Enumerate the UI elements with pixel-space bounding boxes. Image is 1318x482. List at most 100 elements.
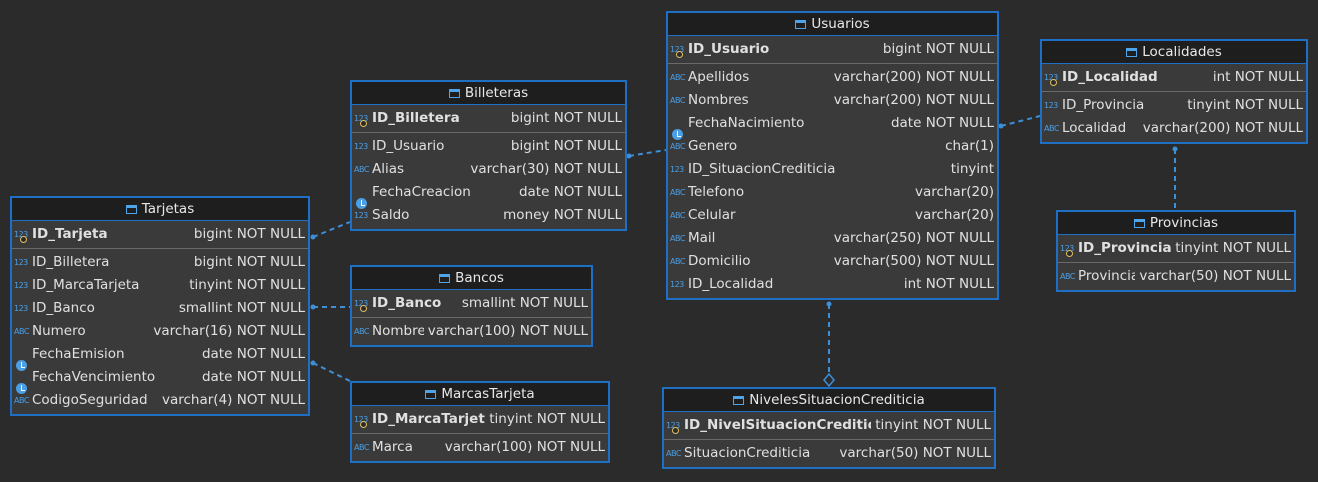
column-name: SituacionCrediticia bbox=[684, 445, 811, 461]
column-row[interactable]: 123 ID_MarcaTarjeta tinyint NOT NULL bbox=[12, 274, 308, 297]
entity-usuarios[interactable]: Usuarios 123 ID_Usuario bigint NOT NULL AB… bbox=[666, 11, 999, 300]
column-row[interactable]: ABC Provincia varchar(50) NOT NULL bbox=[1058, 265, 1294, 288]
column-name: ID_SituacionCrediticia bbox=[688, 161, 836, 177]
column-row[interactable]: FechaVencimiento date NOT NULL bbox=[12, 366, 308, 394]
column-type: bigint NOT NULL bbox=[193, 254, 305, 270]
column-row[interactable]: ABC Celular varchar(20) bbox=[668, 204, 997, 227]
columns-section: ABC Nombre varchar(100) NOT NULL bbox=[352, 318, 591, 345]
entity-niveles-situacion-crediticia[interactable]: NivelesSituacionCrediticia 123 ID_NivelSi… bbox=[662, 387, 996, 469]
column-row[interactable]: 123 ID_Tarjeta bigint NOT NULL bbox=[12, 223, 308, 246]
column-name: Telefono bbox=[688, 184, 745, 200]
entity-title: Tarjetas bbox=[141, 201, 195, 217]
columns-section: ABC SituacionCrediticia varchar(50) NOT NU… bbox=[664, 440, 994, 467]
column-row[interactable]: 123 Saldo money NOT NULL bbox=[352, 204, 625, 227]
column-row[interactable]: 123 ID_Provincia tinyint NOT NULL bbox=[1042, 94, 1306, 117]
columns-section: 123 ID_Billetera bigint NOT NULL 123 ID_Marc… bbox=[12, 249, 308, 414]
link-endpoint bbox=[310, 360, 316, 366]
entity-localidades[interactable]: Localidades 123 ID_Localidad int NOT NULL … bbox=[1040, 39, 1308, 144]
numeric-type-icon: 123 bbox=[1044, 101, 1058, 110]
column-type: date NOT NULL bbox=[201, 346, 305, 362]
entity-header[interactable]: NivelesSituacionCrediticia bbox=[664, 389, 994, 412]
entity-header[interactable]: Localidades bbox=[1042, 41, 1306, 64]
column-row[interactable]: 123 ID_Usuario bigint NOT NULL bbox=[668, 38, 997, 61]
column-row[interactable]: ABC Telefono varchar(20) bbox=[668, 181, 997, 204]
entity-bancos[interactable]: Bancos 123 ID_Banco smallint NOT NULL ABC N… bbox=[350, 265, 593, 347]
entity-header[interactable]: Tarjetas bbox=[12, 198, 308, 221]
numeric-type-icon: 123 bbox=[354, 142, 368, 151]
column-row[interactable]: 123 ID_Localidad int NOT NULL bbox=[1042, 66, 1306, 89]
entity-header[interactable]: MarcasTarjeta bbox=[352, 383, 608, 406]
primary-key-section: 123 ID_Provincia tinyint NOT NULL bbox=[1058, 235, 1294, 263]
column-row[interactable]: 123 ID_Localidad int NOT NULL bbox=[668, 273, 997, 296]
primary-key-section: 123 ID_Tarjeta bigint NOT NULL bbox=[12, 221, 308, 249]
column-row[interactable]: 123 ID_SituacionCrediticia tinyint bbox=[668, 158, 997, 181]
entity-title: MarcasTarjeta bbox=[441, 386, 535, 402]
column-row[interactable]: ABC Alias varchar(30) NOT NULL bbox=[352, 158, 625, 181]
column-row[interactable]: ABC Numero varchar(16) NOT NULL bbox=[12, 320, 308, 343]
column-name: ID_Banco bbox=[32, 300, 95, 316]
column-name: ID_Localidad bbox=[688, 276, 774, 292]
column-row[interactable]: ABC CodigoSeguridad varchar(4) NOT NULL bbox=[12, 389, 308, 412]
entity-marcas-tarjeta[interactable]: MarcasTarjeta 123 ID_MarcaTarjeta tinyint … bbox=[350, 381, 610, 463]
entity-header[interactable]: Provincias bbox=[1058, 212, 1294, 235]
text-type-icon: ABC bbox=[670, 96, 685, 105]
link-endpoint bbox=[310, 304, 316, 310]
text-type-icon: ABC bbox=[14, 396, 29, 405]
entity-title: Usuarios bbox=[811, 16, 870, 32]
column-row[interactable]: 123 ID_Provincia tinyint NOT NULL bbox=[1058, 237, 1294, 260]
table-icon bbox=[1126, 48, 1138, 57]
entity-provincias[interactable]: Provincias 123 ID_Provincia tinyint NOT NU… bbox=[1056, 210, 1296, 292]
primary-key-icon: 123 bbox=[354, 292, 372, 315]
numeric-type-icon: 123 bbox=[14, 281, 28, 290]
entity-header[interactable]: Usuarios bbox=[668, 13, 997, 36]
column-name: ID_Usuario bbox=[372, 138, 445, 154]
table-icon bbox=[125, 205, 137, 214]
entity-header[interactable]: Billeteras bbox=[352, 82, 625, 105]
column-row[interactable]: ABC Nombre varchar(100) NOT NULL bbox=[352, 320, 591, 343]
primary-key-icon: 123 bbox=[14, 223, 32, 246]
column-name: ID_Billetera bbox=[372, 110, 460, 126]
column-row[interactable]: 123 ID_Banco smallint NOT NULL bbox=[352, 292, 591, 315]
column-name: ID_Provincia bbox=[1062, 97, 1145, 113]
column-row[interactable]: ABC Mail varchar(250) NOT NULL bbox=[668, 227, 997, 250]
column-row[interactable]: 123 ID_Usuario bigint NOT NULL bbox=[352, 135, 625, 158]
column-row[interactable]: ABC Nombres varchar(200) NOT NULL bbox=[668, 89, 997, 112]
column-type: int NOT NULL bbox=[1212, 69, 1303, 85]
column-type: bigint NOT NULL bbox=[882, 41, 994, 57]
table-icon bbox=[439, 274, 451, 283]
column-type: tinyint NOT NULL bbox=[489, 411, 605, 427]
entity-header[interactable]: Bancos bbox=[352, 267, 591, 290]
primary-key-section: 123 ID_Banco smallint NOT NULL bbox=[352, 290, 591, 318]
column-type: int NOT NULL bbox=[903, 276, 994, 292]
column-name: Provincia bbox=[1078, 268, 1136, 284]
column-name: Numero bbox=[32, 323, 86, 339]
column-row[interactable]: FechaNacimiento date NOT NULL bbox=[668, 112, 997, 140]
numeric-type-icon: 123 bbox=[14, 304, 28, 313]
column-row[interactable]: FechaCreacion date NOT NULL bbox=[352, 181, 625, 209]
column-row[interactable]: ABC Localidad varchar(200) NOT NULL bbox=[1042, 117, 1306, 140]
column-type: varchar(500) NOT NULL bbox=[833, 253, 994, 269]
column-row[interactable]: 123 ID_Banco smallint NOT NULL bbox=[12, 297, 308, 320]
text-type-icon: ABC bbox=[670, 211, 685, 220]
column-row[interactable]: ABC Genero char(1) bbox=[668, 135, 997, 158]
column-row[interactable]: 123 ID_NivelSituacionCrediticia tinyint NO… bbox=[664, 414, 994, 437]
column-type: date NOT NULL bbox=[518, 184, 622, 200]
column-type: varchar(30) NOT NULL bbox=[470, 161, 622, 177]
column-row[interactable]: ABC Apellidos varchar(200) NOT NULL bbox=[668, 66, 997, 89]
entity-tarjetas[interactable]: Tarjetas 123 ID_Tarjeta bigint NOT NULL 12… bbox=[10, 196, 310, 416]
column-type: varchar(20) bbox=[914, 207, 994, 223]
primary-key-icon: 123 bbox=[1044, 66, 1062, 89]
column-row[interactable]: 123 ID_MarcaTarjeta tinyint NOT NULL bbox=[352, 408, 608, 431]
link-billeteras-usuarios bbox=[628, 149, 667, 157]
column-row[interactable]: ABC SituacionCrediticia varchar(50) NOT NU… bbox=[664, 442, 994, 465]
column-row[interactable]: 123 ID_Billetera bigint NOT NULL bbox=[352, 107, 625, 130]
table-icon bbox=[425, 390, 437, 399]
column-row[interactable]: FechaEmision date NOT NULL bbox=[12, 343, 308, 371]
entity-billeteras[interactable]: Billeteras 123 ID_Billetera bigint NOT NUL… bbox=[350, 80, 627, 231]
columns-section: ABC Provincia varchar(50) NOT NULL bbox=[1058, 263, 1294, 290]
primary-key-icon: 123 bbox=[1060, 237, 1078, 260]
column-row[interactable]: 123 ID_Billetera bigint NOT NULL bbox=[12, 251, 308, 274]
column-row[interactable]: ABC Marca varchar(100) NOT NULL bbox=[352, 436, 608, 459]
column-row[interactable]: ABC Domicilio varchar(500) NOT NULL bbox=[668, 250, 997, 273]
column-name: ID_Billetera bbox=[32, 254, 110, 270]
